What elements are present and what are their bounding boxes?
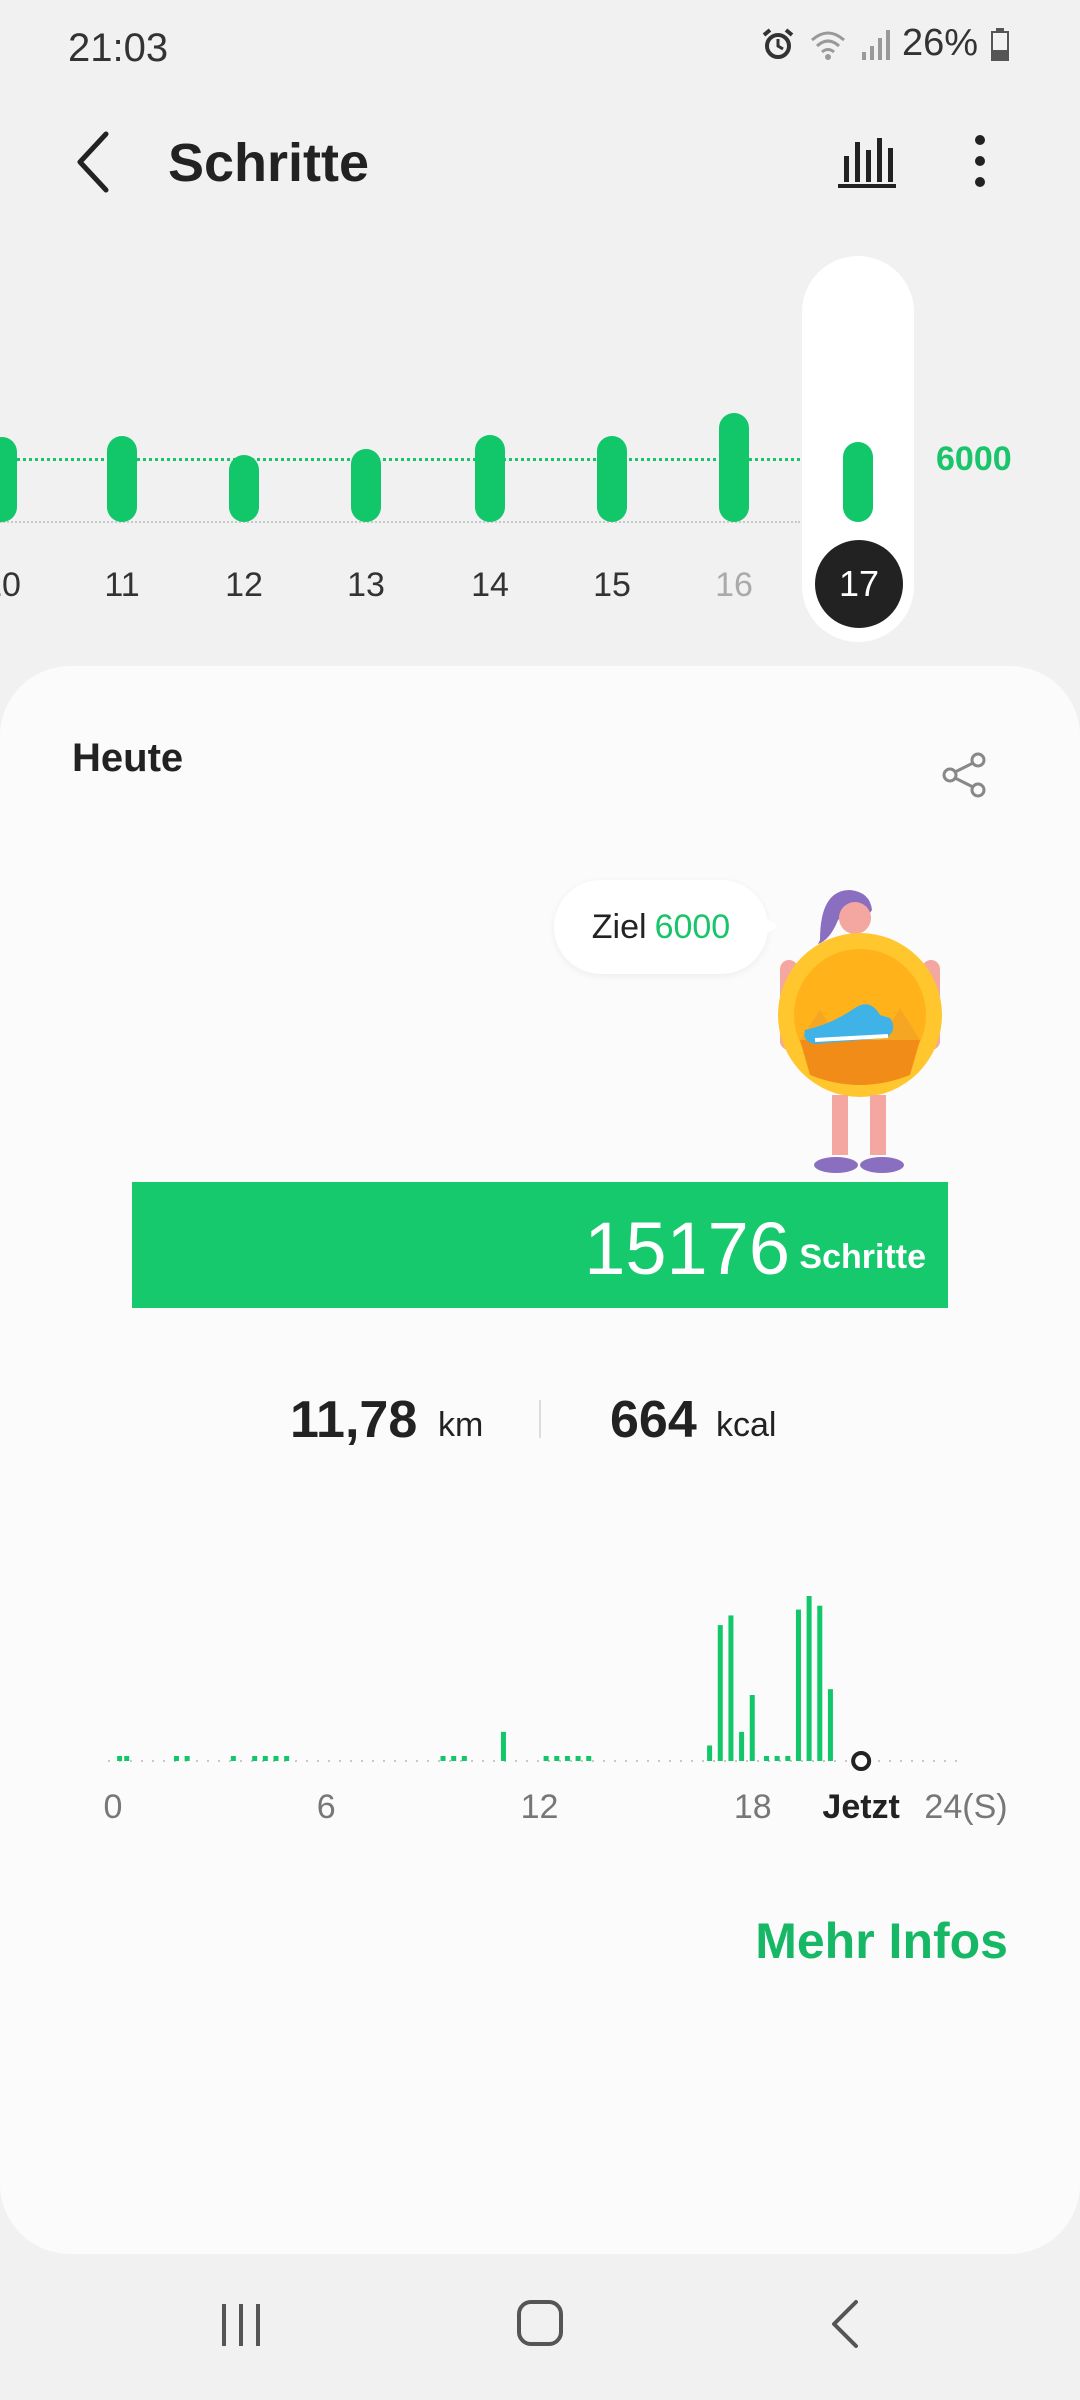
- daily-bar: [817, 1605, 823, 1761]
- daily-bar: [806, 1596, 812, 1761]
- daily-bar: [707, 1745, 713, 1761]
- alarm-icon: [762, 27, 794, 59]
- bar-chart-icon: [838, 138, 896, 188]
- daily-bar: [262, 1756, 268, 1761]
- home-button[interactable]: [515, 2298, 565, 2348]
- daily-bar: [184, 1756, 190, 1761]
- daily-bar: [554, 1756, 560, 1761]
- now-marker: [851, 1751, 872, 1771]
- goal-bubble: Ziel 6000: [554, 880, 768, 974]
- week-day-label[interactable]: 16: [699, 566, 769, 605]
- week-bar-11[interactable]: [107, 436, 137, 522]
- daily-bar: [124, 1756, 130, 1761]
- daily-bar: [749, 1695, 755, 1761]
- daily-bar: [785, 1756, 791, 1761]
- daily-bar: [461, 1756, 467, 1761]
- back-button[interactable]: [66, 126, 126, 198]
- daily-bar: [564, 1756, 570, 1761]
- week-day-label[interactable]: 13: [331, 566, 401, 605]
- more-vertical-icon: [975, 135, 985, 187]
- status-icons: 26%: [760, 22, 1010, 65]
- daily-chart-label: 24(S): [924, 1788, 1008, 1826]
- week-day-label[interactable]: 11: [87, 566, 157, 605]
- share-button[interactable]: [940, 750, 990, 800]
- week-day-label[interactable]: 10: [0, 566, 37, 605]
- daily-bar: [284, 1756, 290, 1761]
- calories-value: 664: [610, 1391, 697, 1449]
- page-title: Schritte: [168, 133, 370, 193]
- week-bar-13[interactable]: [351, 449, 381, 522]
- daily-bar: [252, 1756, 258, 1761]
- daily-bar: [500, 1731, 506, 1761]
- daily-bar: [827, 1689, 833, 1761]
- goal-value: 6000: [654, 907, 731, 946]
- week-bar-16[interactable]: [719, 413, 749, 522]
- steps-value-text: 15176: [584, 1207, 790, 1290]
- week-bar-14[interactable]: [475, 434, 505, 522]
- recent-apps-button[interactable]: [216, 2300, 266, 2350]
- week-day-label[interactable]: 14: [455, 566, 525, 605]
- daily-bar: [575, 1756, 581, 1761]
- daily-bar: [230, 1756, 236, 1761]
- week-bar-15[interactable]: [597, 436, 627, 522]
- daily-bar: [586, 1756, 592, 1761]
- daily-chart-label: Jetzt: [822, 1788, 900, 1826]
- steps-unit: Schritte: [799, 1238, 926, 1276]
- chevron-left-icon: [77, 131, 109, 193]
- stat-divider: [539, 1400, 541, 1438]
- daily-bar: [763, 1756, 769, 1761]
- daily-chart-label: 0: [103, 1788, 123, 1826]
- daily-bar: [451, 1756, 457, 1761]
- daily-chart-label: 12: [520, 1788, 559, 1826]
- goal-line-label: 6000: [936, 440, 1012, 478]
- daily-bar: [440, 1756, 446, 1761]
- week-day-label[interactable]: 15: [577, 566, 647, 605]
- battery-percent: 26%: [901, 22, 978, 64]
- more-info-link[interactable]: Mehr Infos: [755, 1912, 1008, 1970]
- daily-bar: [543, 1756, 549, 1761]
- week-bar-12[interactable]: [229, 455, 259, 522]
- calories-unit: kcal: [716, 1406, 777, 1444]
- character-illustration: [760, 880, 960, 1180]
- goal-word: Ziel: [591, 907, 647, 946]
- nav-back-button[interactable]: [826, 2298, 866, 2350]
- distance-unit: km: [438, 1406, 484, 1444]
- recent-apps-icon: [222, 2304, 260, 2346]
- week-bar-10[interactable]: [0, 437, 17, 522]
- daily-chart-label: 18: [733, 1788, 772, 1826]
- status-time: 21:03: [68, 26, 169, 70]
- trends-button[interactable]: [836, 130, 898, 192]
- more-options-button[interactable]: [960, 130, 1000, 192]
- daily-bar: [117, 1756, 123, 1761]
- wifi-icon: [810, 31, 845, 60]
- steps-value: 15176: [584, 1206, 790, 1291]
- daily-bar: [173, 1756, 179, 1761]
- signal-icon: [861, 29, 890, 60]
- week-bar-17[interactable]: [843, 442, 873, 522]
- daily-chart-label: 6: [316, 1788, 336, 1826]
- daily-bar: [774, 1756, 780, 1761]
- distance-value: 11,78: [290, 1391, 418, 1449]
- selected-day-label[interactable]: 17: [815, 540, 903, 628]
- home-icon: [517, 2300, 563, 2346]
- daily-bar: [739, 1731, 745, 1761]
- daily-bar: [273, 1756, 279, 1761]
- week-day-label[interactable]: 12: [209, 566, 279, 605]
- daily-bar: [728, 1615, 734, 1761]
- daily-bar: [717, 1625, 723, 1761]
- back-arrow-icon: [832, 2300, 858, 2348]
- daily-bar: [795, 1609, 801, 1761]
- share-icon: [942, 752, 986, 798]
- card-title: Heute: [72, 736, 184, 780]
- battery-icon: [991, 27, 1009, 61]
